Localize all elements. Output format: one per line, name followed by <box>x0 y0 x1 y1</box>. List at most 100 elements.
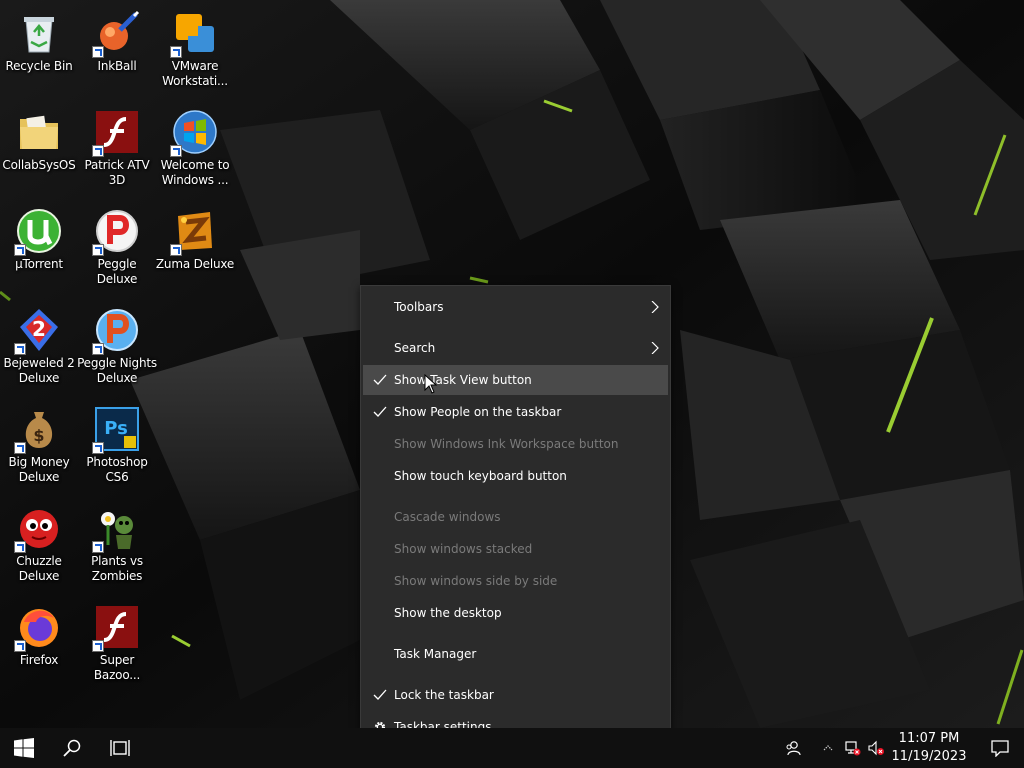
shortcut-arrow-icon <box>92 46 104 58</box>
action-center-icon <box>991 740 1009 757</box>
menu-item-label: Show the desktop <box>394 606 502 620</box>
menu-item-lock-taskbar[interactable]: Lock the taskbar <box>363 680 668 710</box>
folder-icon <box>20 115 58 149</box>
menu-item-label: Lock the taskbar <box>394 688 494 702</box>
search-button[interactable] <box>48 728 96 768</box>
desktop-icon-label: Peggle Deluxe <box>96 257 138 286</box>
menu-item-show-desktop[interactable]: Show the desktop <box>363 598 668 628</box>
desktop-icon-label: Welcome to Windows ... <box>160 158 230 187</box>
desktop-icon-label: Bejeweled 2 Deluxe <box>3 356 75 385</box>
clock-time: 11:07 PM <box>898 731 960 746</box>
task-view-icon <box>110 740 130 756</box>
task-view-button[interactable] <box>96 728 144 768</box>
desktop-icon-label: Big Money Deluxe <box>8 455 70 484</box>
desktop-icon-label: Firefox <box>19 653 59 667</box>
menu-item-windows-stacked[interactable]: Show windows stacked <box>363 534 668 564</box>
svg-text:2: 2 <box>32 317 46 341</box>
menu-item-task-manager[interactable]: Task Manager <box>363 639 668 669</box>
desktop-icon-label: VMware Workstati... <box>162 59 228 88</box>
menu-item-toolbars[interactable]: Toolbars <box>363 292 668 322</box>
shortcut-arrow-icon <box>170 46 182 58</box>
desktop-icon-chuzzle[interactable]: Chuzzle Deluxe <box>1 497 77 589</box>
shortcut-arrow-icon <box>170 244 182 256</box>
checkmark-icon <box>373 374 387 385</box>
shortcut-arrow-icon <box>170 145 182 157</box>
action-center-button[interactable] <box>976 728 1024 768</box>
desktop-icon-bejeweled-2[interactable]: 2 Bejeweled 2 Deluxe <box>1 299 77 391</box>
menu-item-label: Show Task View button <box>394 373 532 387</box>
desktop-icon-label: CollabSysOS <box>2 158 76 172</box>
desktop-icon-peggle-nights[interactable]: Peggle Nights Deluxe <box>77 299 157 391</box>
shortcut-arrow-icon <box>92 145 104 157</box>
desktop-icon-recycle-bin[interactable]: Recycle Bin <box>1 2 77 94</box>
network-error-icon[interactable] <box>845 740 861 756</box>
menu-item-label: Toolbars <box>394 300 444 314</box>
menu-item-show-task-view[interactable]: Show Task View button <box>363 365 668 395</box>
menu-item-label: Cascade windows <box>394 510 501 524</box>
svg-text:Ps: Ps <box>104 418 128 439</box>
desktop-icon-collabsysos[interactable]: CollabSysOS <box>1 101 77 193</box>
shortcut-arrow-icon <box>92 541 104 553</box>
shortcut-arrow-icon <box>92 343 104 355</box>
shortcut-arrow-icon <box>92 244 104 256</box>
desktop-icon-label: Zuma Deluxe <box>155 257 235 271</box>
shortcut-arrow-icon <box>14 541 26 553</box>
shortcut-arrow-icon <box>14 640 26 652</box>
desktop-icon-label: Peggle Nights Deluxe <box>77 356 157 385</box>
shortcut-arrow-icon <box>92 640 104 652</box>
search-icon <box>63 739 81 757</box>
checkmark-icon <box>373 406 387 417</box>
desktop-icon-zuma-deluxe[interactable]: Zuma Deluxe <box>155 200 235 292</box>
desktop-icon-big-money[interactable]: $ Big Money Deluxe <box>1 398 77 490</box>
desktop-icon-label: µTorrent <box>15 257 63 271</box>
menu-item-label: Show windows stacked <box>394 542 533 556</box>
shortcut-arrow-icon <box>92 442 104 454</box>
shortcut-arrow-icon <box>14 244 26 256</box>
menu-item-label: Show touch keyboard button <box>394 469 567 483</box>
menu-item-label: Task Manager <box>394 647 477 661</box>
desktop-icon-vmware[interactable]: VMware Workstati... <box>157 2 233 94</box>
desktop-icon-plants-vs-zombies[interactable]: Plants vs Zombies <box>79 497 155 589</box>
chevron-right-icon <box>651 301 659 313</box>
shortcut-arrow-icon <box>14 343 26 355</box>
clock-date: 11/19/2023 <box>891 749 967 764</box>
desktop-icon-utorrent[interactable]: µTorrent <box>1 200 77 292</box>
desktop-icon-photoshop[interactable]: Ps Photoshop CS6 <box>79 398 155 490</box>
chevron-right-icon <box>651 342 659 354</box>
menu-item-label: Show windows side by side <box>394 574 558 588</box>
taskbar-clock[interactable]: 11:07 PM 11/19/2023 <box>885 728 973 768</box>
menu-item-show-people[interactable]: Show People on the taskbar <box>363 397 668 427</box>
menu-item-search[interactable]: Search <box>363 333 668 363</box>
taskbar-context-menu: Toolbars Search Show Task View button Sh… <box>360 285 671 744</box>
volume-muted-icon[interactable] <box>868 740 884 756</box>
menu-item-show-touch-keyboard[interactable]: Show touch keyboard button <box>363 461 668 491</box>
svg-text:$: $ <box>33 426 44 445</box>
desktop-icon-super-bazoo[interactable]: Super Bazoo... <box>79 596 155 688</box>
start-button[interactable] <box>0 728 48 768</box>
menu-item-label: Show Windows Ink Workspace button <box>394 437 619 451</box>
people-icon[interactable] <box>785 740 801 756</box>
desktop-icon-peggle-deluxe[interactable]: Peggle Deluxe <box>79 200 155 292</box>
recycle-bin-icon <box>24 17 54 53</box>
desktop-icon-firefox[interactable]: Firefox <box>1 596 77 688</box>
desktop-icon-label: Patrick ATV 3D <box>84 158 150 187</box>
menu-item-windows-side-by-side[interactable]: Show windows side by side <box>363 566 668 596</box>
mouse-cursor-icon <box>424 374 438 394</box>
shortcut-arrow-icon <box>14 442 26 454</box>
desktop-icon-label: Photoshop CS6 <box>86 455 148 484</box>
menu-item-show-ink-workspace[interactable]: Show Windows Ink Workspace button <box>363 429 668 459</box>
desktop-icon-label: Super Bazoo... <box>93 653 141 682</box>
taskbar: 11:07 PM 11/19/2023 <box>0 728 1024 768</box>
desktop-icon-welcome-windows[interactable]: Welcome to Windows ... <box>157 101 233 193</box>
desktop-icon-patrick-atv[interactable]: Patrick ATV 3D <box>79 101 155 193</box>
tray-overflow-icon[interactable] <box>820 740 836 756</box>
desktop-icon-label: InkBall <box>97 59 137 73</box>
desktop-icon-label: Recycle Bin <box>5 59 73 73</box>
desktop-icon-label: Chuzzle Deluxe <box>16 554 62 583</box>
menu-item-label: Search <box>394 341 436 355</box>
menu-item-cascade-windows[interactable]: Cascade windows <box>363 502 668 532</box>
windows-start-icon <box>14 738 34 758</box>
checkmark-icon <box>373 689 387 700</box>
desktop-icon-label: Plants vs Zombies <box>91 554 143 583</box>
desktop-icon-inkball[interactable]: InkBall <box>79 2 155 94</box>
